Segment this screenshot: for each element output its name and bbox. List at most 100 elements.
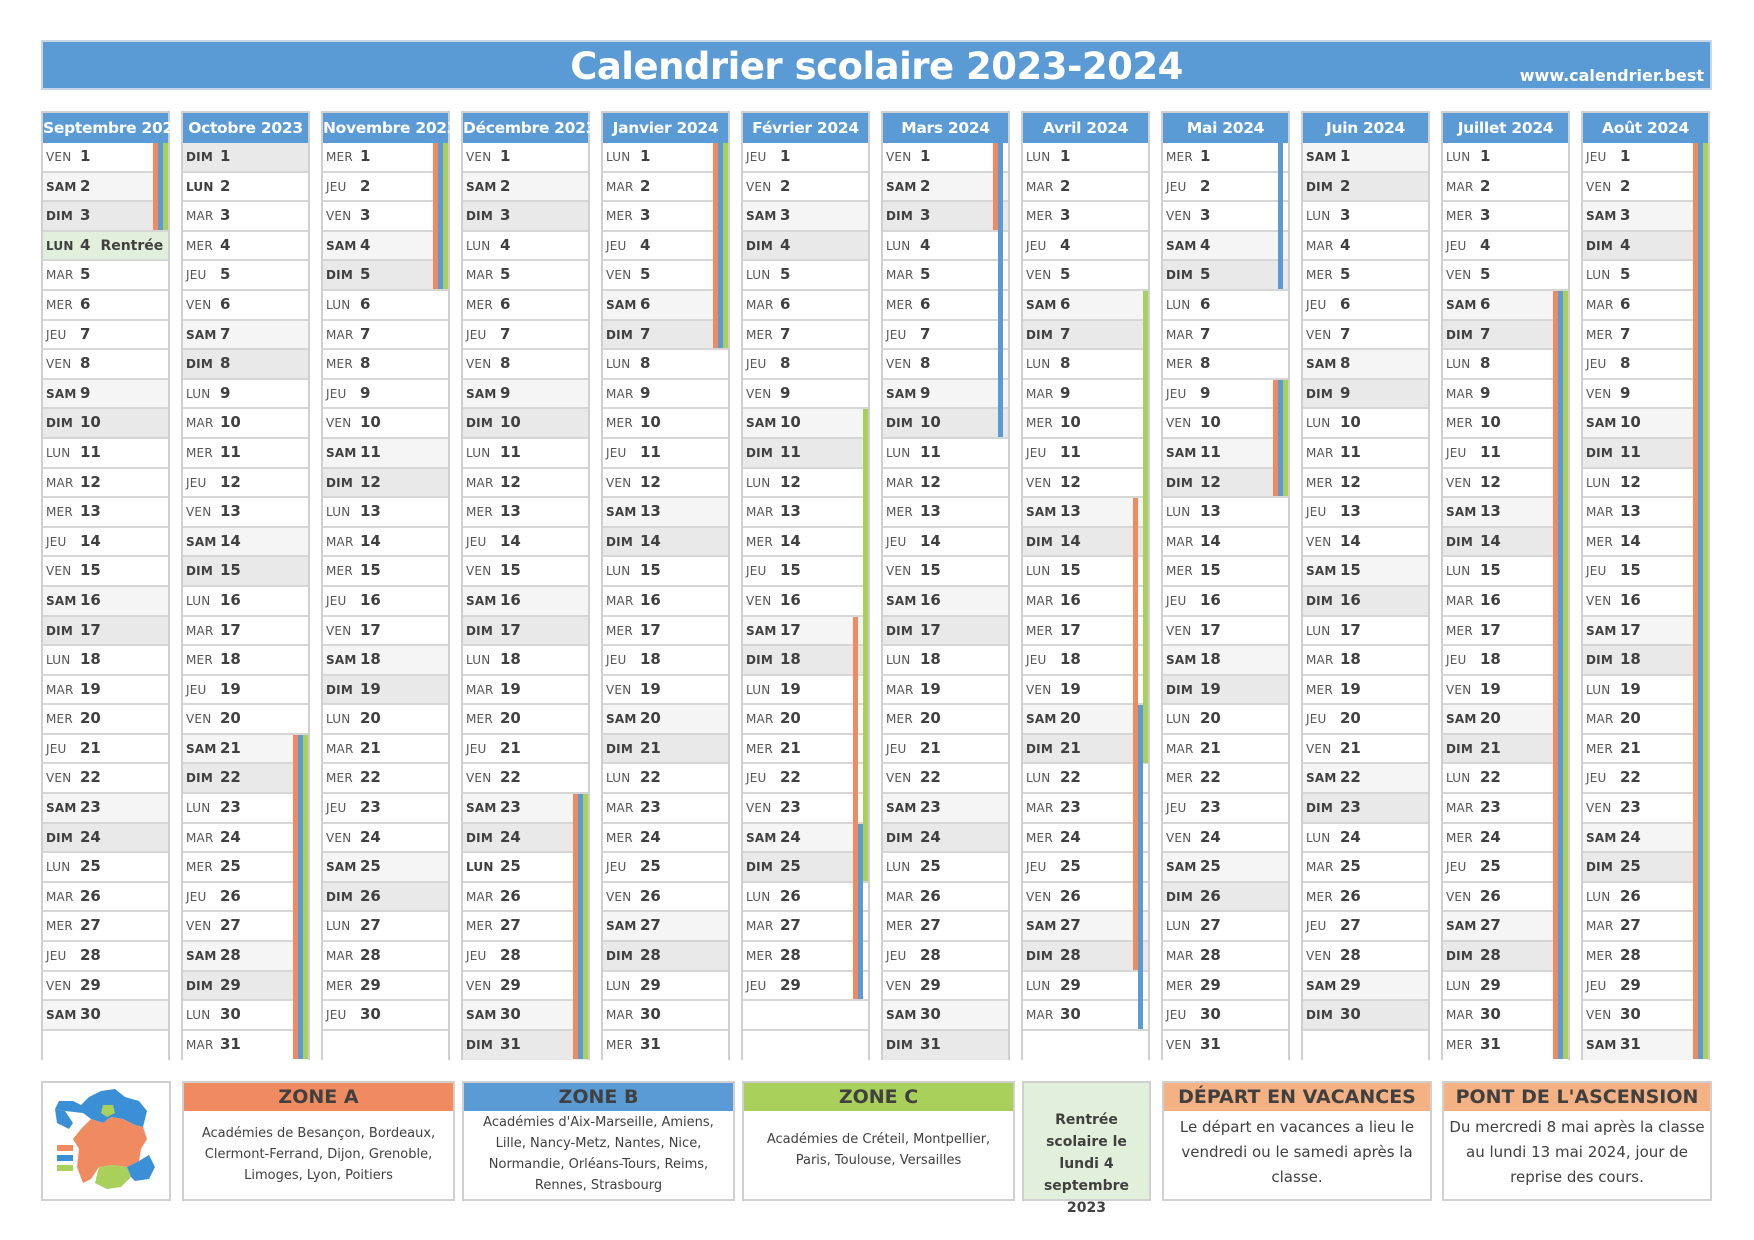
day-number: 9 xyxy=(1060,383,1071,402)
day-number: 12 xyxy=(1340,472,1361,491)
day-row: VEN 17 xyxy=(1163,616,1288,647)
day-number: 19 xyxy=(1340,679,1361,698)
day-number: 11 xyxy=(220,442,241,461)
day-name: MAR xyxy=(326,949,354,964)
day-number: 11 xyxy=(920,442,941,461)
day-number: 28 xyxy=(1620,946,1641,965)
day-name: MAR xyxy=(466,889,494,904)
day-row: MER 13 xyxy=(883,498,1008,528)
day-name: SAM xyxy=(46,386,77,401)
day-name: VEN xyxy=(186,297,212,312)
day-number: 17 xyxy=(1060,620,1081,639)
day-number: 22 xyxy=(920,768,941,787)
day-number: 23 xyxy=(1060,798,1081,817)
day-row: MAR 12 xyxy=(883,468,1008,499)
day-name: JEU xyxy=(1586,564,1607,579)
day-name: DIM xyxy=(46,416,73,431)
day-number: 31 xyxy=(500,1034,521,1053)
day-name: SAM xyxy=(1026,297,1057,312)
day-row: DIM 11 xyxy=(1583,438,1708,469)
empty-row xyxy=(1023,1030,1148,1061)
day-row: JEU 28 xyxy=(883,942,1008,972)
day-name: SAM xyxy=(186,534,217,549)
day-name: SAM xyxy=(1586,209,1617,224)
day-row: LUN 29 xyxy=(1023,971,1148,1002)
day-row: MAR 7 xyxy=(1163,320,1288,351)
day-row: LUN 8 xyxy=(1023,350,1148,380)
day-row: VEN 10 xyxy=(1163,409,1288,439)
day-number: 10 xyxy=(1480,413,1501,432)
day-name: LUN xyxy=(1166,505,1191,520)
day-row: LUN 26 xyxy=(743,882,868,913)
day-name: JEU xyxy=(1446,860,1467,875)
day-row: MER 20 xyxy=(463,705,588,735)
day-row: SAM 25 xyxy=(1163,853,1288,883)
day-number: 19 xyxy=(1060,679,1081,698)
day-number: 30 xyxy=(1480,1005,1501,1024)
day-name: JEU xyxy=(1586,150,1607,164)
day-row: LUN 22 xyxy=(603,764,728,795)
day-number: 2 xyxy=(1620,176,1631,195)
day-name: MER xyxy=(466,297,493,312)
day-number: 12 xyxy=(640,472,661,491)
day-name: MAR xyxy=(1306,238,1334,253)
day-row: MER 31 xyxy=(603,1030,728,1061)
day-name: LUN xyxy=(46,445,71,460)
day-name: JEU xyxy=(46,327,67,342)
day-name: JEU xyxy=(186,889,207,904)
day-row: SAM 15 xyxy=(1303,557,1428,587)
day-row: LUN 4 Rentrée xyxy=(43,231,168,262)
day-row: VEN 2 xyxy=(743,172,868,203)
day-name: DIM xyxy=(1166,475,1193,490)
day-row: MER 25 xyxy=(183,853,308,883)
day-name: DIM xyxy=(1026,327,1053,342)
empty-row xyxy=(43,1030,168,1061)
day-row: MAR 20 xyxy=(1583,705,1708,735)
day-name: JEU xyxy=(186,475,207,490)
day-row: VEN 29 xyxy=(883,971,1008,1002)
day-row: JEU 20 xyxy=(1303,705,1428,735)
day-row: VEN 9 xyxy=(743,379,868,410)
day-number: 21 xyxy=(1620,738,1641,757)
day-row: DIM 23 xyxy=(1303,794,1428,824)
day-row: LUN 23 xyxy=(183,794,308,824)
day-name: DIM xyxy=(1586,445,1613,460)
day-row: SAM 24 xyxy=(1583,823,1708,854)
day-number: 5 xyxy=(1620,265,1631,284)
day-number: 18 xyxy=(80,650,101,669)
day-row: MAR 27 xyxy=(743,912,868,943)
day-name: MER xyxy=(606,623,633,638)
day-name: SAM xyxy=(46,593,77,608)
day-row: LUN 19 xyxy=(1583,675,1708,706)
day-name: MER xyxy=(886,712,913,727)
day-list: LUN 1 MAR 2 MER 3 JEU 4 VEN 5 SAM 6 DIM 7 LUN 8 MAR 9 MER 1… xyxy=(603,143,728,1061)
day-row: MER 7 xyxy=(1583,320,1708,351)
day-row: MAR 16 xyxy=(1023,586,1148,617)
day-number: 28 xyxy=(780,946,801,965)
day-name: SAM xyxy=(606,297,637,312)
day-row: SAM 18 xyxy=(1163,646,1288,676)
day-name: SAM xyxy=(886,801,917,816)
day-number: 12 xyxy=(1480,472,1501,491)
day-number: 28 xyxy=(360,946,381,965)
day-name: VEN xyxy=(886,771,912,786)
day-number: 24 xyxy=(780,827,801,846)
day-number: 29 xyxy=(920,975,941,994)
day-number: 20 xyxy=(780,709,801,728)
day-row: DIM 14 xyxy=(1023,527,1148,558)
day-number: 28 xyxy=(1480,946,1501,965)
month-header: Avril 2024 xyxy=(1023,113,1148,143)
day-name: VEN xyxy=(46,150,72,164)
day-row: LUN 2 xyxy=(183,172,308,203)
day-row: VEN 28 xyxy=(1303,942,1428,972)
day-number: 8 xyxy=(1340,354,1351,373)
day-number: 15 xyxy=(780,561,801,580)
day-name: SAM xyxy=(1586,623,1617,638)
day-row: SAM 25 xyxy=(323,853,448,883)
day-name: SAM xyxy=(326,238,357,253)
day-number: 13 xyxy=(360,502,381,521)
day-name: MAR xyxy=(1586,505,1614,520)
day-name: LUN xyxy=(1446,771,1471,786)
day-number: 8 xyxy=(500,354,511,373)
day-number: 14 xyxy=(780,531,801,550)
